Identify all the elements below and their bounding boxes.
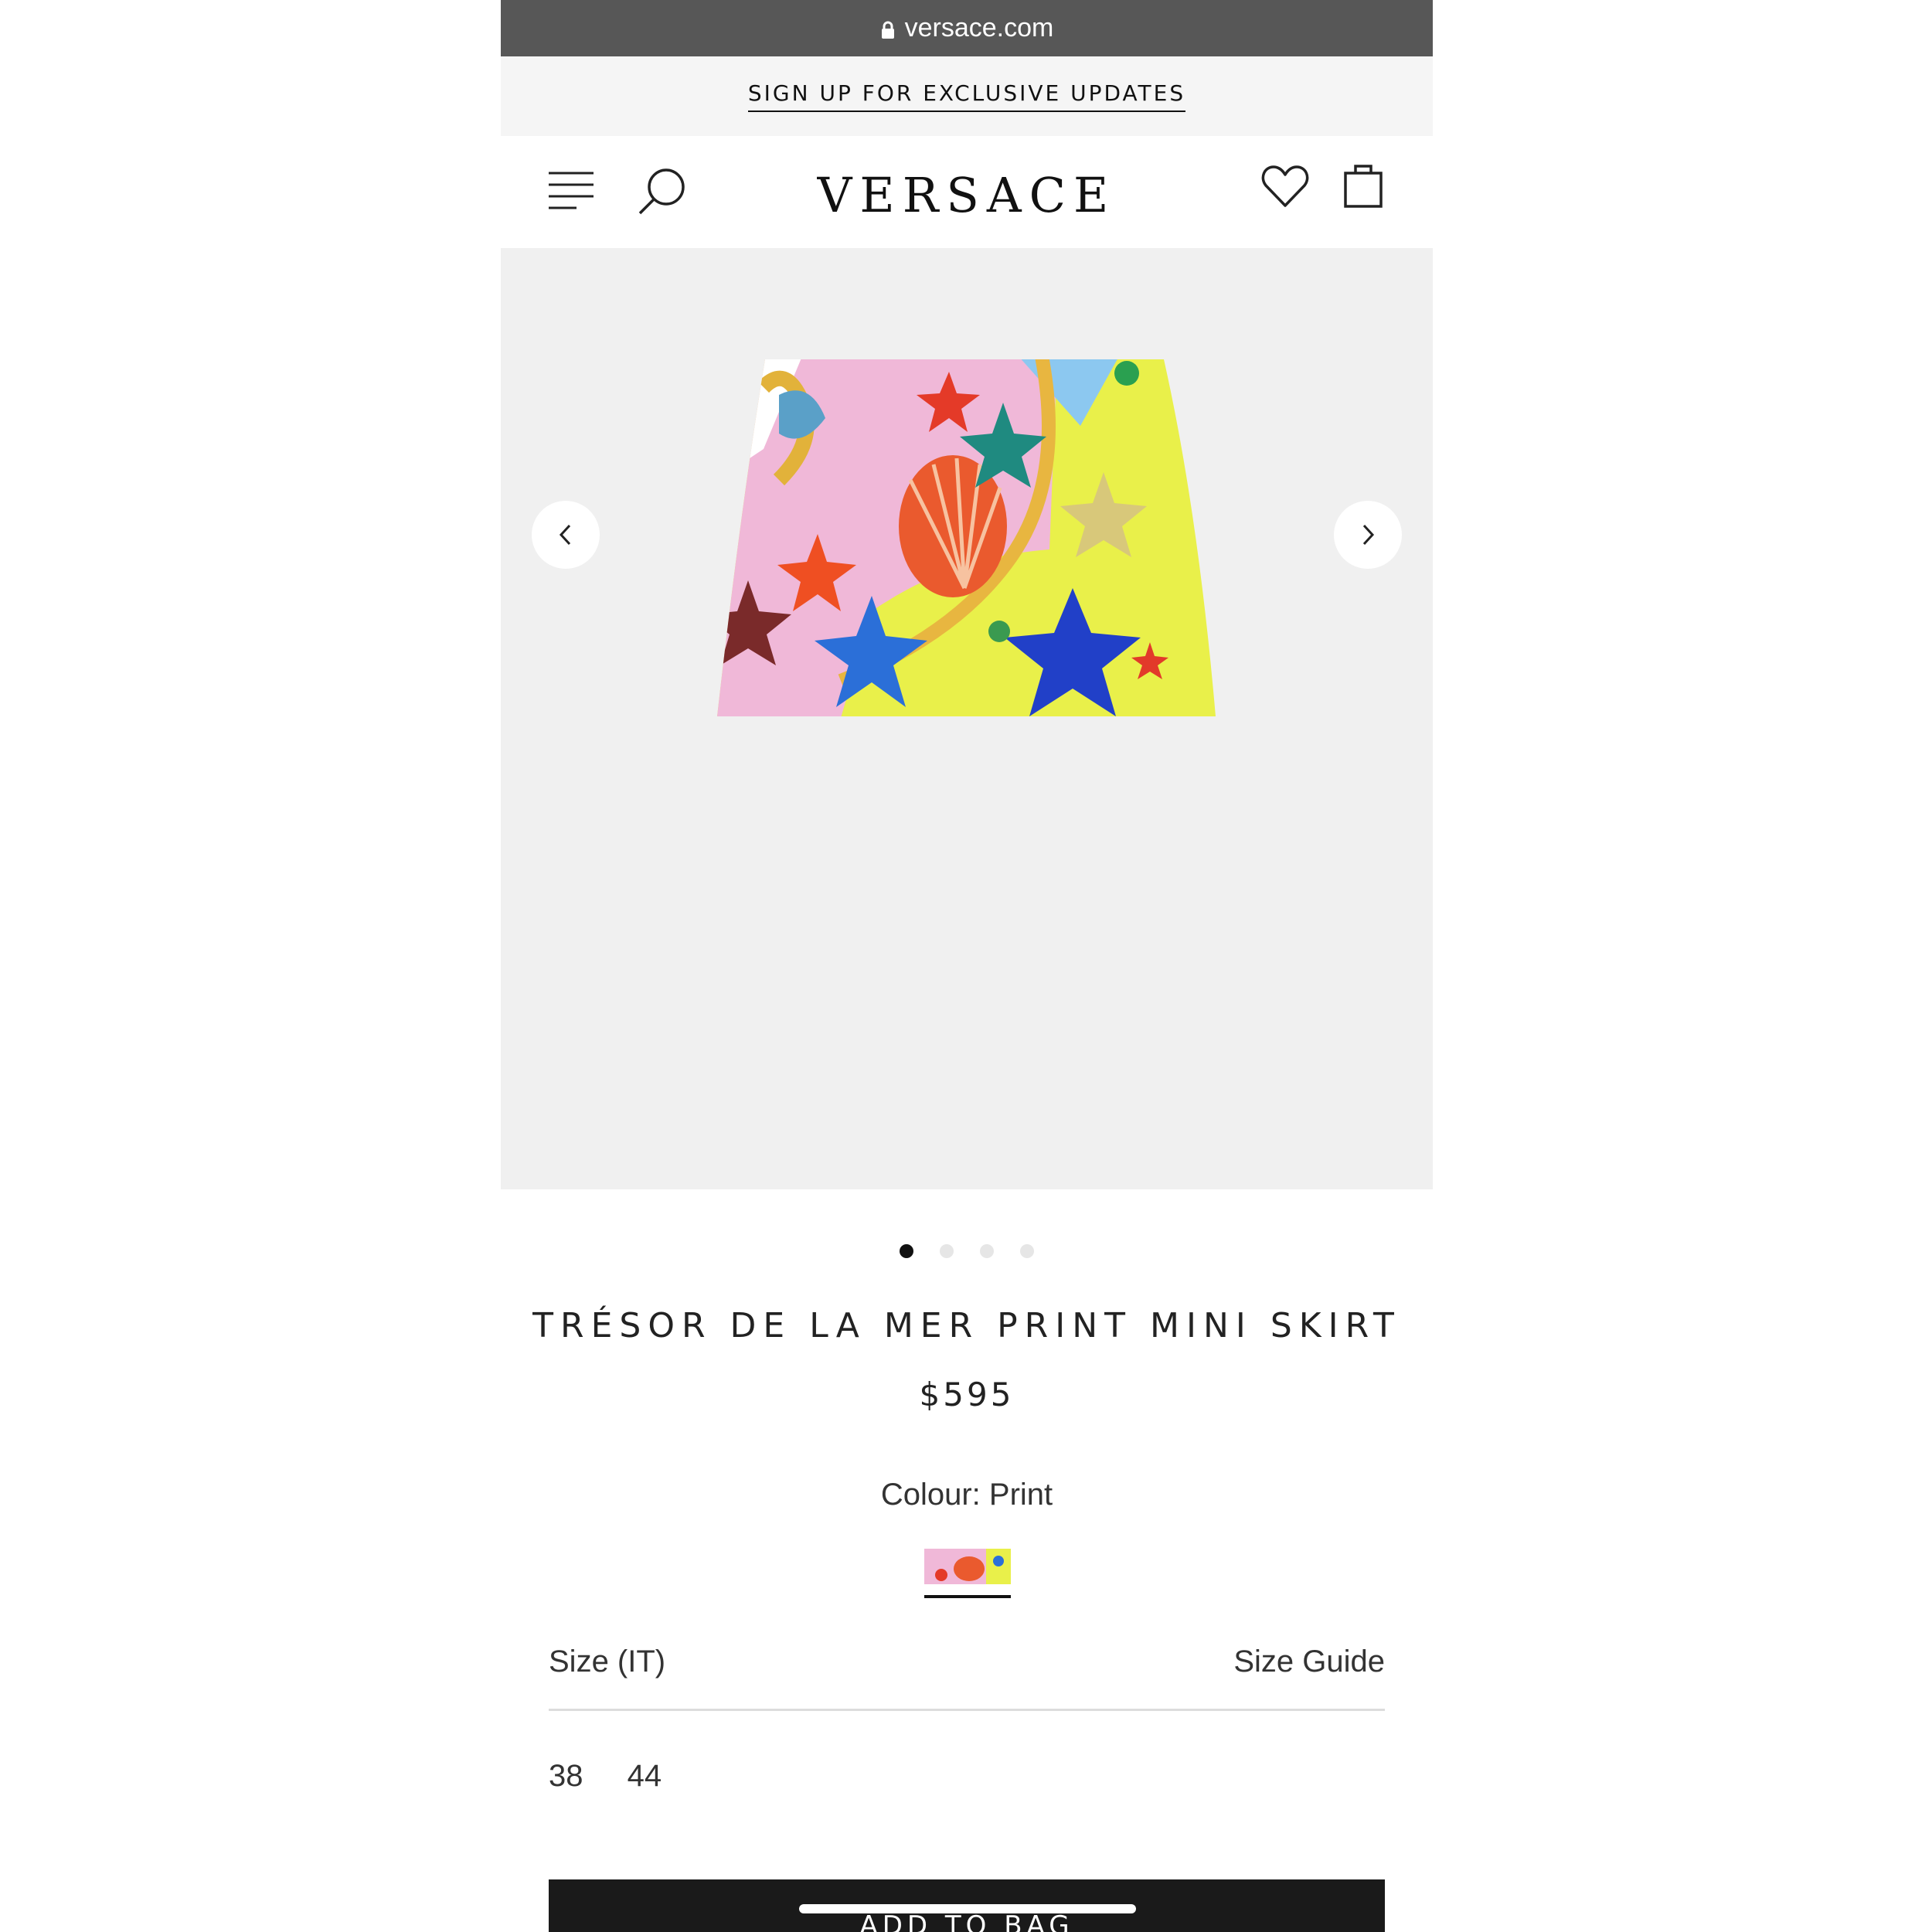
site-header: VERSACE <box>501 136 1433 248</box>
promo-strip: SIGN UP FOR EXCLUSIVE UPDATES <box>501 56 1433 136</box>
browser-url-bar[interactable]: versace.com <box>501 0 1433 56</box>
size-header: Size (IT) Size Guide <box>549 1637 1385 1711</box>
carousel-pagination <box>501 1244 1433 1258</box>
heart-icon[interactable] <box>1261 164 1309 209</box>
carousel-dot[interactable] <box>940 1244 954 1258</box>
home-indicator[interactable] <box>799 1904 1136 1913</box>
colour-label: Colour: Print <box>880 1478 1053 1512</box>
carousel-dot[interactable] <box>900 1244 913 1258</box>
carousel-dot[interactable] <box>1020 1244 1034 1258</box>
shopping-bag-icon[interactable] <box>1343 161 1383 209</box>
colour-swatch-print[interactable] <box>924 1549 1011 1598</box>
lock-icon <box>881 21 894 39</box>
signup-link[interactable]: SIGN UP FOR EXCLUSIVE UPDATES <box>747 80 1186 112</box>
size-guide-link[interactable]: Size Guide <box>1233 1645 1385 1679</box>
size-option-44[interactable]: 44 <box>628 1759 662 1794</box>
carousel-prev-button[interactable] <box>532 501 600 569</box>
product-title: TRÉSOR DE LA MER PRINT MINI SKIRT <box>532 1306 1401 1345</box>
product-image-carousel[interactable] <box>501 248 1433 1189</box>
size-option-38[interactable]: 38 <box>549 1759 583 1794</box>
browser-url: versace.com <box>904 13 1054 43</box>
add-to-bag-label: ADD TO BAG <box>859 1910 1074 1932</box>
product-price: $595 <box>919 1376 1015 1413</box>
chevron-left-icon <box>559 524 571 546</box>
size-options: 38 44 <box>549 1759 697 1794</box>
swatch-thumbnail <box>924 1549 1011 1584</box>
chevron-right-icon <box>1362 524 1375 546</box>
size-label: Size (IT) <box>549 1645 666 1679</box>
product-image <box>717 359 1216 716</box>
phone-screen: versace.com SIGN UP FOR EXCLUSIVE UPDATE… <box>501 0 1433 1932</box>
carousel-next-button[interactable] <box>1334 501 1402 569</box>
carousel-dot[interactable] <box>980 1244 994 1258</box>
